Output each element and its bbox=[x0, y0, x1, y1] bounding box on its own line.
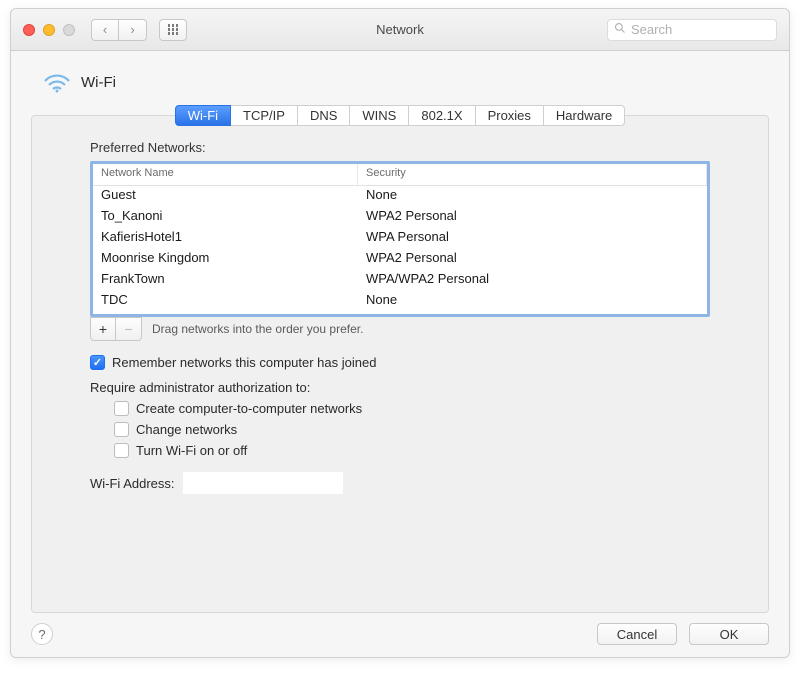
drag-hint: Drag networks into the order you prefer. bbox=[152, 322, 363, 336]
footer: ? Cancel OK bbox=[31, 613, 769, 645]
search-input[interactable]: Search bbox=[607, 19, 777, 41]
cancel-button[interactable]: Cancel bbox=[597, 623, 677, 645]
tab-hardware[interactable]: Hardware bbox=[544, 105, 625, 126]
admin-auth-change-checkbox[interactable] bbox=[114, 422, 129, 437]
footer-buttons: Cancel OK bbox=[597, 623, 769, 645]
tab-wifi[interactable]: Wi-Fi bbox=[175, 105, 231, 126]
table-row[interactable]: Moonrise Kingdom WPA2 Personal bbox=[93, 249, 707, 270]
tab-8021x[interactable]: 802.1X bbox=[409, 105, 475, 126]
wifi-address-field bbox=[183, 472, 343, 494]
table-row[interactable]: TDC None bbox=[93, 291, 707, 312]
remember-networks-row: ✓ Remember networks this computer has jo… bbox=[90, 355, 710, 370]
minimize-button[interactable] bbox=[43, 24, 55, 36]
preferred-networks-label: Preferred Networks: bbox=[90, 140, 710, 155]
pm-buttons: + − bbox=[90, 317, 142, 341]
chevron-right-icon: › bbox=[130, 22, 134, 37]
table-row[interactable]: Guest None bbox=[93, 186, 707, 207]
table-actions: + − Drag networks into the order you pre… bbox=[90, 317, 710, 341]
wifi-icon bbox=[43, 71, 71, 93]
admin-auth-create-checkbox[interactable] bbox=[114, 401, 129, 416]
wifi-address-row: Wi-Fi Address: bbox=[90, 472, 710, 494]
admin-auth-create-label: Create computer-to-computer networks bbox=[136, 401, 362, 416]
admin-auth-label: Require administrator authorization to: bbox=[90, 380, 710, 395]
tab-tcpip[interactable]: TCP/IP bbox=[231, 105, 298, 126]
network-preferences-window: ‹ › Network Search bbox=[10, 8, 790, 658]
table-header: Network Name Security bbox=[93, 164, 707, 186]
plus-icon: + bbox=[99, 321, 107, 337]
remove-network-button[interactable]: − bbox=[116, 317, 142, 341]
tab-wins[interactable]: WINS bbox=[350, 105, 409, 126]
zoom-button[interactable] bbox=[63, 24, 75, 36]
col-network-name[interactable]: Network Name bbox=[93, 164, 358, 185]
wifi-address-label: Wi-Fi Address: bbox=[90, 476, 175, 491]
col-security[interactable]: Security bbox=[358, 164, 707, 185]
show-all-button[interactable] bbox=[159, 19, 187, 41]
search-placeholder: Search bbox=[631, 22, 672, 37]
titlebar: ‹ › Network Search bbox=[11, 9, 789, 51]
help-icon: ? bbox=[38, 627, 45, 642]
tab-proxies[interactable]: Proxies bbox=[476, 105, 544, 126]
wifi-header: Wi-Fi bbox=[31, 65, 769, 105]
table-row[interactable]: To_Kanoni WPA2 Personal bbox=[93, 207, 707, 228]
traffic-lights bbox=[23, 24, 75, 36]
grid-icon bbox=[168, 24, 179, 35]
admin-auth-change-label: Change networks bbox=[136, 422, 237, 437]
wifi-label: Wi-Fi bbox=[81, 74, 116, 91]
admin-auth-toggle-checkbox[interactable] bbox=[114, 443, 129, 458]
check-icon: ✓ bbox=[93, 356, 102, 369]
preferred-networks-table: Network Name Security Guest None To_Kano… bbox=[90, 161, 710, 317]
back-button[interactable]: ‹ bbox=[91, 19, 119, 41]
wifi-panel: Preferred Networks: Network Name Securit… bbox=[31, 115, 769, 613]
tabs: Wi-Fi TCP/IP DNS WINS 802.1X Proxies Har… bbox=[31, 105, 769, 126]
forward-button[interactable]: › bbox=[119, 19, 147, 41]
table-body[interactable]: Guest None To_Kanoni WPA2 Personal Kafie… bbox=[93, 186, 707, 314]
search-icon bbox=[614, 22, 626, 37]
tab-dns[interactable]: DNS bbox=[298, 105, 350, 126]
table-row[interactable]: FrankTown WPA/WPA2 Personal bbox=[93, 270, 707, 291]
admin-auth-create-row: Create computer-to-computer networks bbox=[114, 401, 710, 416]
close-button[interactable] bbox=[23, 24, 35, 36]
admin-auth-toggle-label: Turn Wi-Fi on or off bbox=[136, 443, 247, 458]
minus-icon: − bbox=[124, 321, 132, 337]
ok-button[interactable]: OK bbox=[689, 623, 769, 645]
table-row[interactable]: KafierisHotel1 WPA Personal bbox=[93, 228, 707, 249]
admin-auth-toggle-row: Turn Wi-Fi on or off bbox=[114, 443, 710, 458]
add-network-button[interactable]: + bbox=[90, 317, 116, 341]
remember-networks-label: Remember networks this computer has join… bbox=[112, 355, 376, 370]
admin-auth-change-row: Change networks bbox=[114, 422, 710, 437]
nav-buttons: ‹ › bbox=[91, 19, 147, 41]
remember-networks-checkbox[interactable]: ✓ bbox=[90, 355, 105, 370]
help-button[interactable]: ? bbox=[31, 623, 53, 645]
chevron-left-icon: ‹ bbox=[103, 22, 107, 37]
body: Wi-Fi Wi-Fi TCP/IP DNS WINS 802.1X Proxi… bbox=[11, 51, 789, 657]
